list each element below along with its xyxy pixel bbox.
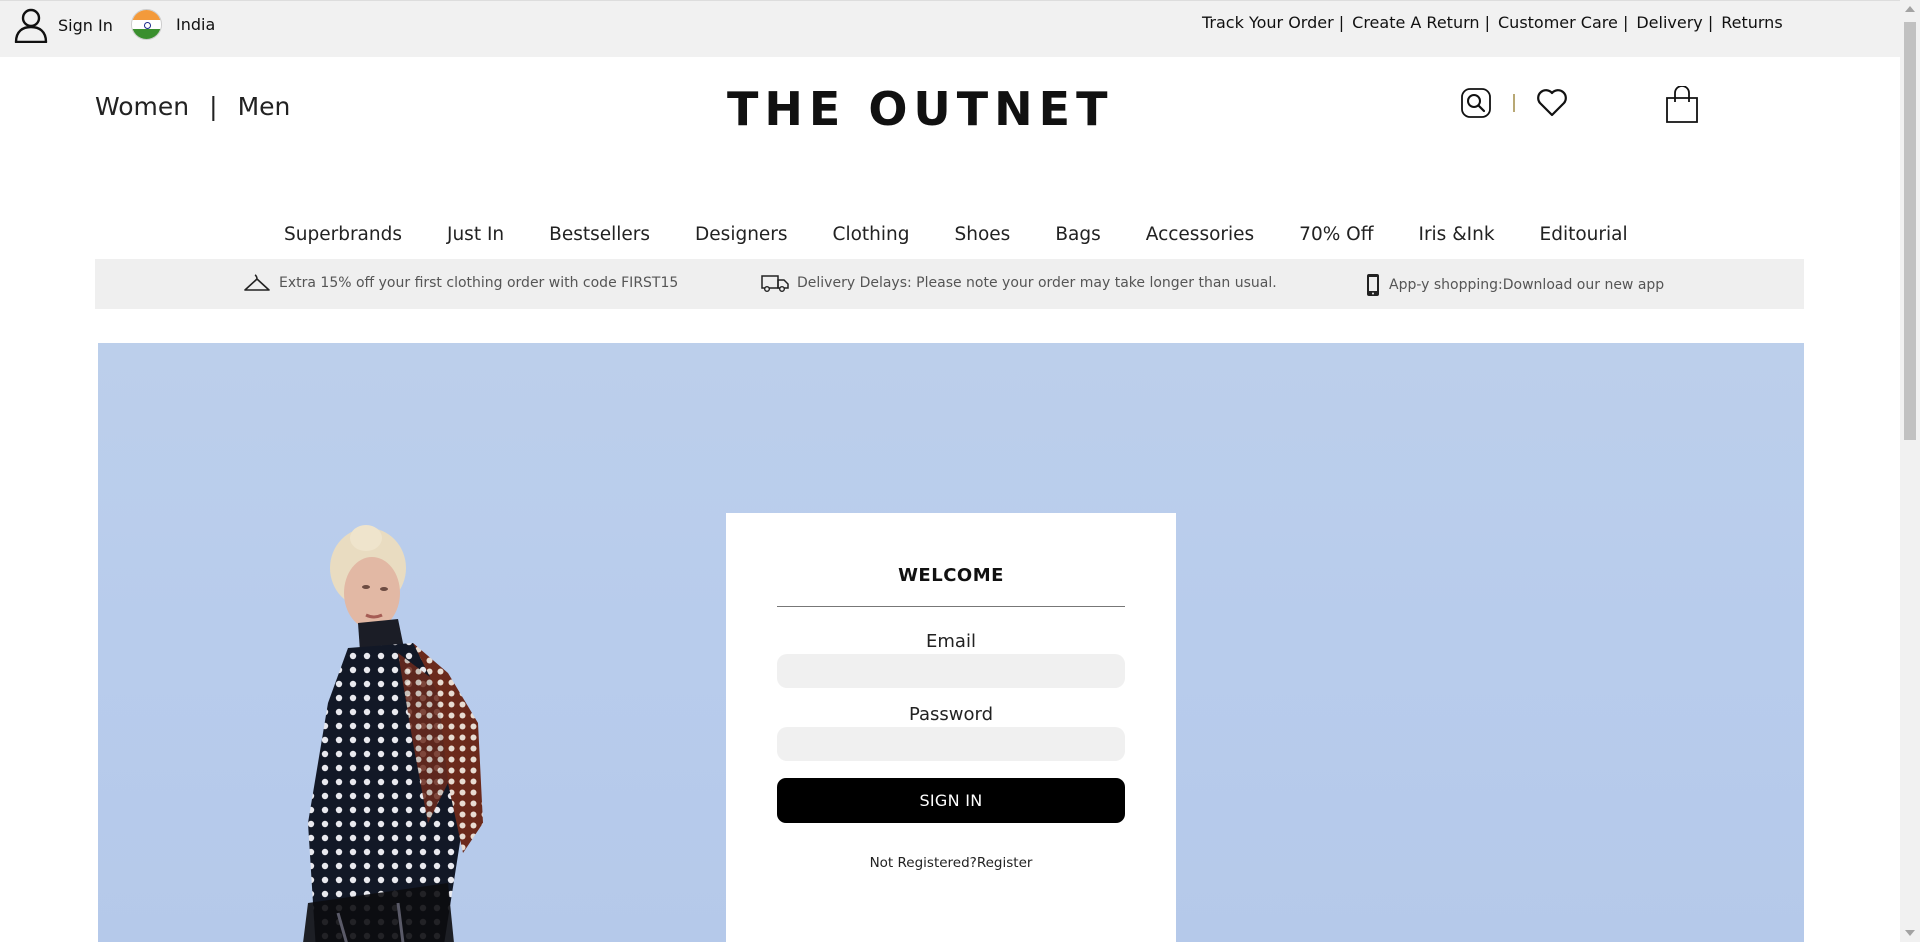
promo-text-discount: Extra 15% off your first clothing order … bbox=[279, 275, 679, 291]
nav-accessories[interactable]: Accessories bbox=[1146, 224, 1254, 245]
hero-banner: WELCOME Email Password SIGN IN Not Regis… bbox=[98, 343, 1804, 942]
promo-item-app[interactable]: App-y shopping:Download our new app bbox=[1365, 273, 1664, 297]
gender-switch: Women | Men bbox=[95, 92, 290, 121]
promo-text-delivery: Delivery Delays: Please note your order … bbox=[797, 275, 1277, 291]
search-icon[interactable] bbox=[1458, 86, 1492, 120]
signin-label: Sign In bbox=[58, 15, 113, 35]
utility-links: Track Your Order | Create A Return | Cus… bbox=[1202, 13, 1783, 32]
nav-bags[interactable]: Bags bbox=[1055, 224, 1100, 245]
promo-item-delivery: Delivery Delays: Please note your order … bbox=[761, 273, 1277, 293]
nav-designers[interactable]: Designers bbox=[695, 224, 788, 245]
top-utility-bar: Sign In India Track Your Order | Create … bbox=[0, 0, 1900, 57]
model-photo bbox=[303, 525, 483, 942]
email-label: Email bbox=[926, 631, 976, 652]
create-return-link[interactable]: Create A Return | bbox=[1352, 13, 1490, 32]
mobile-phone-icon bbox=[1367, 274, 1379, 296]
site-logo[interactable]: THE OUTNET bbox=[727, 82, 1113, 136]
women-link[interactable]: Women bbox=[95, 92, 189, 121]
promo-strip: Extra 15% off your first clothing order … bbox=[95, 259, 1804, 309]
register-prompt-text: Not Registered? bbox=[869, 855, 977, 871]
india-flag-icon bbox=[131, 9, 162, 40]
gender-separator: | bbox=[209, 92, 218, 121]
signin-button[interactable]: SIGN IN bbox=[777, 778, 1125, 823]
main-nav: Superbrands Just In Bestsellers Designer… bbox=[284, 224, 1673, 245]
nav-shoes[interactable]: Shoes bbox=[955, 224, 1011, 245]
promo-text-app: App-y shopping:Download our new app bbox=[1389, 277, 1665, 293]
icon-divider bbox=[1513, 94, 1515, 112]
delivery-link[interactable]: Delivery | bbox=[1636, 13, 1713, 32]
country-selector[interactable]: India bbox=[131, 9, 215, 40]
nav-clothing[interactable]: Clothing bbox=[833, 224, 910, 245]
scroll-down-arrow-icon[interactable] bbox=[1905, 930, 1915, 936]
register-prompt: Not Registered?Register bbox=[726, 855, 1176, 871]
nav-editourial[interactable]: Editourial bbox=[1540, 224, 1628, 245]
track-order-link[interactable]: Track Your Order | bbox=[1202, 13, 1344, 32]
welcome-title: WELCOME bbox=[898, 565, 1004, 586]
page-scrollbar[interactable] bbox=[1900, 0, 1920, 942]
top-signin-link[interactable]: Sign In bbox=[14, 7, 113, 43]
promo-item-discount: Extra 15% off your first clothing order … bbox=[243, 273, 678, 293]
nav-bestsellers[interactable]: Bestsellers bbox=[549, 224, 650, 245]
returns-link[interactable]: Returns bbox=[1721, 13, 1782, 32]
nav-70-off[interactable]: 70% Off bbox=[1299, 224, 1373, 245]
men-link[interactable]: Men bbox=[238, 92, 291, 121]
nav-superbrands[interactable]: Superbrands bbox=[284, 224, 402, 245]
login-card: WELCOME Email Password SIGN IN Not Regis… bbox=[726, 513, 1176, 942]
user-icon bbox=[14, 8, 48, 43]
register-link[interactable]: Register bbox=[977, 855, 1033, 871]
wishlist-heart-icon[interactable] bbox=[1536, 88, 1568, 118]
nav-iris-ink[interactable]: Iris &Ink bbox=[1418, 224, 1494, 245]
hanger-icon bbox=[244, 274, 270, 291]
country-label: India bbox=[176, 15, 216, 34]
email-field[interactable] bbox=[777, 654, 1125, 688]
nav-just-in[interactable]: Just In bbox=[447, 224, 504, 245]
scrollbar-thumb[interactable] bbox=[1904, 22, 1916, 440]
customer-care-link[interactable]: Customer Care | bbox=[1498, 13, 1628, 32]
delivery-truck-icon bbox=[761, 275, 789, 292]
header-icons bbox=[1458, 86, 1568, 120]
title-divider bbox=[777, 606, 1125, 607]
scroll-up-arrow-icon[interactable] bbox=[1905, 6, 1915, 12]
password-label: Password bbox=[908, 704, 994, 725]
shopping-bag-icon[interactable] bbox=[1664, 86, 1700, 124]
password-field[interactable] bbox=[777, 727, 1125, 761]
